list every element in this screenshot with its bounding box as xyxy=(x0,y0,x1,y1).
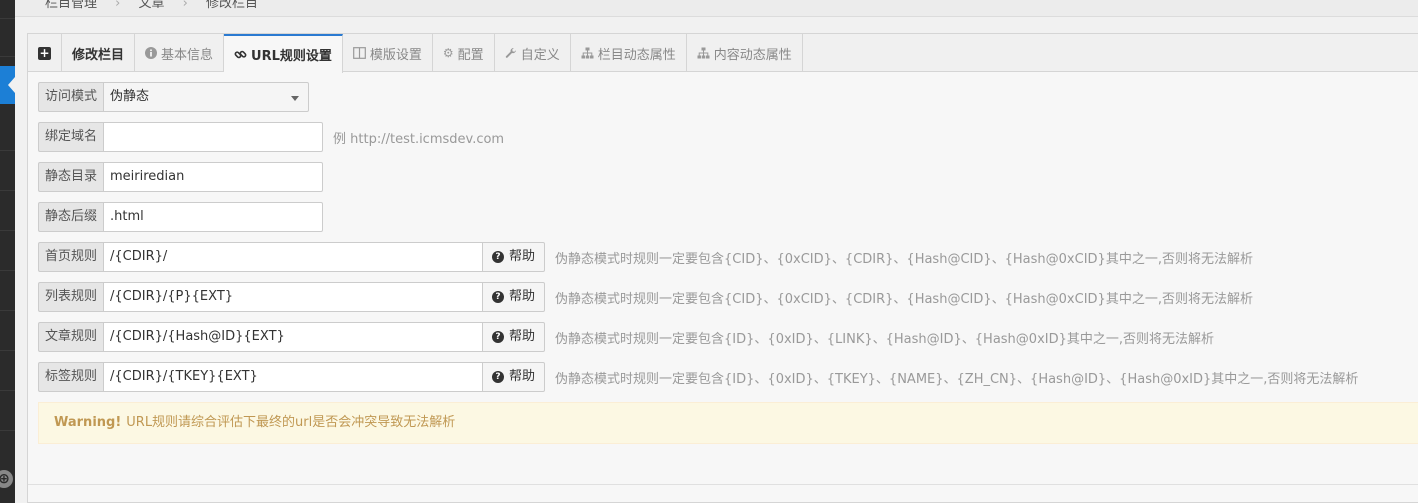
rule-label: 文章规则 xyxy=(38,322,104,352)
static-suffix-input[interactable]: .html xyxy=(103,202,324,232)
static-dir-row: 静态目录 meiriredian xyxy=(38,162,324,192)
rule-hint: 伪静态模式时规则一定要包含{CID}、{0xCID}、{CDIR}、{Hash@… xyxy=(555,291,1253,307)
tab-edit-category[interactable]: 修改栏目 xyxy=(62,34,136,72)
domain-hint: 例 http://test.icmsdev.com xyxy=(333,131,505,147)
domain-row: 绑定域名 例 http://test.icmsdev.com xyxy=(38,122,504,152)
tab-label: 自定义 xyxy=(520,47,560,63)
warning-alert: Warning! URL规则请综合评估下最终的url是否会冲突导致无法解析 xyxy=(38,402,1418,444)
help-label: 帮助 xyxy=(509,289,536,304)
tag-rule-input[interactable]: /{CDIR}/{TKEY}{EXT} xyxy=(103,362,484,392)
sidebar-divider xyxy=(0,190,15,191)
rule-row-index: 首页规则 /{CDIR}/ ? 帮助 伪静态模式时规则一定要包含{CID}、{0… xyxy=(38,242,1253,272)
question-circle-icon: ? xyxy=(492,291,505,303)
gear-icon: ⚙ xyxy=(442,46,454,60)
tab-label: 内容动态属性 xyxy=(713,47,792,63)
rule-hint: 伪静态模式时规则一定要包含{ID}、{0xID}、{LINK}、{Hash@ID… xyxy=(555,331,1215,347)
sidebar-divider xyxy=(0,390,15,391)
rule-hint: 伪静态模式时规则一定要包含{CID}、{0xCID}、{CDIR}、{Hash@… xyxy=(555,251,1253,267)
rule-label: 列表规则 xyxy=(38,282,104,312)
sidebar-toggle-icon[interactable]: ⊕ xyxy=(0,470,13,488)
columns-icon xyxy=(352,47,366,59)
static-suffix-row: 静态后缀 .html xyxy=(38,202,324,232)
rule-row-article: 文章规则 /{CDIR}/{Hash@ID}{EXT} ? 帮助 伪静态模式时规… xyxy=(38,322,1214,352)
sidebar-divider xyxy=(0,230,15,231)
help-label: 帮助 xyxy=(509,249,536,264)
rule-label: 首页规则 xyxy=(38,242,104,272)
tab-label: 栏目动态属性 xyxy=(597,47,676,63)
edit-category-panel: + 修改栏目 基本信息 URL规则设置 模版设置 ⚙ 配置 自定义 栏目动态属性… xyxy=(27,33,1418,503)
sidebar-divider xyxy=(0,270,15,271)
info-circle-icon xyxy=(145,47,158,59)
sidebar-divider xyxy=(0,430,15,431)
question-circle-icon: ? xyxy=(492,331,505,343)
tab-label: 配置 xyxy=(457,47,484,63)
sidebar-divider xyxy=(0,150,15,151)
sitemap-icon xyxy=(697,47,710,59)
sidebar-divider xyxy=(0,310,15,311)
link-icon xyxy=(234,48,247,61)
access-mode-row: 访问模式 伪静态 xyxy=(38,82,310,112)
tab-label: 修改栏目 xyxy=(72,47,125,63)
help-button[interactable]: ? 帮助 xyxy=(483,282,546,312)
tab-template-settings[interactable]: 模版设置 xyxy=(343,34,433,72)
article-rule-input[interactable]: /{CDIR}/{Hash@ID}{EXT} xyxy=(103,322,484,352)
sidebar-divider xyxy=(0,56,15,57)
list-rule-input[interactable]: /{CDIR}/{P}{EXT} xyxy=(103,282,484,312)
tab-config[interactable]: ⚙ 配置 xyxy=(433,34,495,72)
rule-hint: 伪静态模式时规则一定要包含{ID}、{0xID}、{TKEY}、{NAME}、{… xyxy=(555,371,1359,387)
warning-text: URL规则请综合评估下最终的url是否会冲突导致无法解析 xyxy=(126,415,456,430)
sidebar-active-item[interactable] xyxy=(0,66,15,104)
breadcrumb-item: 修改栏目 xyxy=(206,0,259,11)
sidebar-divider xyxy=(0,18,15,19)
sitemap-icon xyxy=(581,47,594,59)
left-sidebar: ⊕ xyxy=(0,0,15,503)
plus-square-icon: + xyxy=(38,45,51,60)
warning-title: Warning! xyxy=(54,415,122,430)
static-dir-label: 静态目录 xyxy=(38,162,104,192)
help-label: 帮助 xyxy=(509,369,536,384)
breadcrumb-item[interactable]: 栏目管理 xyxy=(45,0,97,11)
help-button[interactable]: ? 帮助 xyxy=(483,322,546,352)
tab-basic-info[interactable]: 基本信息 xyxy=(135,34,225,72)
tab-url-rules[interactable]: URL规则设置 xyxy=(224,34,343,73)
tab-label: 模版设置 xyxy=(369,47,422,63)
tab-label: 基本信息 xyxy=(161,47,214,63)
tab-add[interactable]: + xyxy=(28,34,62,72)
tab-category-attributes[interactable]: 栏目动态属性 xyxy=(571,34,687,72)
tab-custom[interactable]: 自定义 xyxy=(495,34,571,72)
domain-input[interactable] xyxy=(103,122,324,152)
help-label: 帮助 xyxy=(509,329,536,344)
access-mode-value: 伪静态 xyxy=(110,89,150,104)
tab-content-attributes[interactable]: 内容动态属性 xyxy=(687,34,803,72)
tab-label: URL规则设置 xyxy=(251,49,332,64)
tab-bar: + 修改栏目 基本信息 URL规则设置 模版设置 ⚙ 配置 自定义 栏目动态属性… xyxy=(28,34,1418,73)
breadcrumb: 栏目管理 › 文章 › 修改栏目 xyxy=(15,0,1418,17)
question-circle-icon: ? xyxy=(492,251,505,263)
rule-label: 标签规则 xyxy=(38,362,104,392)
wrench-icon xyxy=(505,47,517,59)
breadcrumb-item[interactable]: 文章 xyxy=(139,0,165,11)
divider xyxy=(28,484,1418,485)
static-suffix-label: 静态后缀 xyxy=(38,202,104,232)
index-rule-input[interactable]: /{CDIR}/ xyxy=(103,242,484,272)
rule-row-tag: 标签规则 /{CDIR}/{TKEY}{EXT} ? 帮助 伪静态模式时规则一定… xyxy=(38,362,1358,392)
question-circle-icon: ? xyxy=(492,371,505,383)
access-mode-label: 访问模式 xyxy=(38,82,104,112)
static-dir-input[interactable]: meiriredian xyxy=(103,162,324,192)
sidebar-divider xyxy=(0,350,15,351)
domain-label: 绑定域名 xyxy=(38,122,104,152)
caret-down-icon xyxy=(291,96,300,101)
help-button[interactable]: ? 帮助 xyxy=(483,242,546,272)
access-mode-select[interactable]: 伪静态 xyxy=(103,82,310,112)
rule-row-list: 列表规则 /{CDIR}/{P}{EXT} ? 帮助 伪静态模式时规则一定要包含… xyxy=(38,282,1253,312)
help-button[interactable]: ? 帮助 xyxy=(483,362,546,392)
